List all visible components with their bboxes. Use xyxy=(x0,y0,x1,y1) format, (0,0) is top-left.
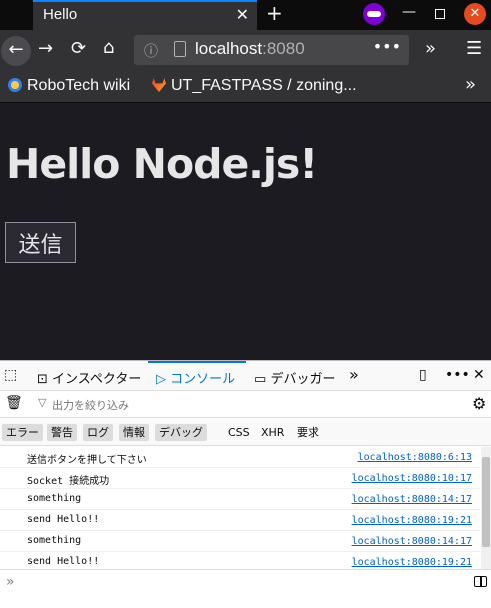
log-source-link[interactable]: localhost:8080:14:17 xyxy=(352,494,472,505)
page-heading: Hello Node.js! xyxy=(6,140,318,188)
level-error[interactable]: エラー xyxy=(2,424,43,441)
type-requests[interactable]: 要求 xyxy=(293,424,323,441)
element-picker-icon[interactable]: ⬚ xyxy=(4,367,17,383)
url-bar[interactable]: ⓘ localhost:8080 ••• xyxy=(134,35,409,65)
responsive-mode-icon[interactable]: ▯ xyxy=(419,367,427,383)
log-row: something localhost:8080:14:17 xyxy=(0,489,480,510)
filter-bar: 🗑 ▽ ⚙ xyxy=(0,391,491,418)
new-tab-button[interactable]: + xyxy=(266,1,283,25)
log-source-link[interactable]: localhost:8080:14:17 xyxy=(352,536,472,547)
level-warning[interactable]: 警告 xyxy=(47,424,77,441)
log-source-link[interactable]: localhost:8080:19:21 xyxy=(352,557,472,568)
tab-inspector[interactable]: ⊡ インスペクター xyxy=(37,368,141,387)
log-row: something localhost:8080:14:17 xyxy=(0,531,480,552)
trash-icon[interactable]: 🗑 xyxy=(5,395,23,411)
tab-close-icon[interactable]: ✕ xyxy=(236,5,249,24)
split-console-icon[interactable] xyxy=(474,576,487,587)
bookmarks-bar: RoboTech wiki UT_FASTPASS / zoning... » xyxy=(0,70,491,103)
log-message: something xyxy=(27,535,82,546)
tab-debugger[interactable]: ▭ デバッガー xyxy=(254,368,335,387)
level-debug[interactable]: デバッグ xyxy=(155,424,207,441)
active-tab-indicator xyxy=(148,361,246,363)
hamburger-menu-icon[interactable]: ☰ xyxy=(466,38,482,59)
console-prompt-icon: » xyxy=(6,574,15,590)
devtools-panel: ⬚ ⊡ インスペクター ▷ コンソール ▭ デバッガー » ▯ ••• ✕ 🗑 … xyxy=(0,360,491,608)
log-source-link[interactable]: localhost:8080:10:17 xyxy=(352,473,472,484)
log-message: something xyxy=(27,493,82,504)
level-info[interactable]: 情報 xyxy=(119,424,149,441)
log-row: send Hello!! localhost:8080:19:21 xyxy=(0,552,480,569)
tab-hello[interactable]: Hello ✕ xyxy=(33,0,257,30)
inspector-icon: ⊡ xyxy=(37,372,48,387)
forward-button[interactable]: → xyxy=(38,38,53,59)
type-xhr[interactable]: XHR xyxy=(257,424,288,441)
tab-bar: Hello ✕ + — ✕ xyxy=(0,0,491,30)
devtools-close-icon[interactable]: ✕ xyxy=(473,367,485,383)
private-browsing-icon xyxy=(363,3,385,25)
maximize-button[interactable] xyxy=(435,9,445,19)
site-info-icon[interactable]: ⓘ xyxy=(144,41,158,61)
more-tabs-icon[interactable]: » xyxy=(349,365,359,384)
bookmark-label: UT_FASTPASS / zoning... xyxy=(171,77,357,94)
window-close-button[interactable]: ✕ xyxy=(464,3,486,25)
log-message: send Hello!! xyxy=(27,556,100,567)
log-message: 送信ボタンを押して下さい xyxy=(27,455,147,466)
console-output: 送信ボタンを押して下さい localhost:8080:6:13 Socket … xyxy=(0,447,480,569)
tab-debugger-label: デバッガー xyxy=(270,372,336,387)
page-icon xyxy=(174,41,186,57)
bookmarks-overflow-icon[interactable]: » xyxy=(465,74,476,95)
console-input-row[interactable]: » xyxy=(0,569,491,608)
page-actions-icon[interactable]: ••• xyxy=(373,37,401,56)
reload-button[interactable]: ⟳ xyxy=(71,38,86,59)
console-icon: ▷ xyxy=(156,372,166,387)
home-button[interactable]: ⌂ xyxy=(103,37,114,58)
url-port: :8080 xyxy=(262,39,305,58)
back-button[interactable]: ← xyxy=(1,36,31,66)
bookmark-ut-fastpass[interactable]: UT_FASTPASS / zoning... xyxy=(152,77,357,95)
filter-icon: ▽ xyxy=(38,396,47,409)
tab-console[interactable]: ▷ コンソール xyxy=(156,368,235,387)
filter-input[interactable] xyxy=(52,395,472,415)
debugger-icon: ▭ xyxy=(254,372,267,387)
log-row: 送信ボタンを押して下さい localhost:8080:6:13 xyxy=(0,447,480,468)
devtools-menu-icon[interactable]: ••• xyxy=(445,367,470,383)
bookmark-label: RoboTech wiki xyxy=(27,77,131,94)
log-source-link[interactable]: localhost:8080:19:21 xyxy=(352,515,472,526)
log-row: send Hello!! localhost:8080:19:21 xyxy=(0,510,480,531)
url-host: localhost xyxy=(195,39,263,58)
log-source-link[interactable]: localhost:8080:6:13 xyxy=(358,452,472,463)
tab-console-label: コンソール xyxy=(170,372,236,387)
log-row: Socket 接続成功 localhost:8080:10:17 xyxy=(0,468,480,489)
console-scrollbar[interactable] xyxy=(481,447,491,569)
tab-title: Hello xyxy=(43,6,78,23)
gitlab-favicon-icon xyxy=(152,78,166,92)
scrollbar-thumb[interactable] xyxy=(482,457,490,547)
type-css[interactable]: CSS xyxy=(224,424,254,441)
url-text[interactable]: localhost:8080 xyxy=(195,39,305,59)
bookmark-robotech-wiki[interactable]: RoboTech wiki xyxy=(8,77,130,95)
log-message: Socket 接続成功 xyxy=(27,476,110,487)
level-log[interactable]: ログ xyxy=(83,424,113,441)
devtools-toolbar: ⬚ ⊡ インスペクター ▷ コンソール ▭ デバッガー » ▯ ••• ✕ xyxy=(0,361,491,391)
tab-inspector-label: インスペクター xyxy=(52,372,142,387)
page-content: Hello Node.js! 送信 xyxy=(0,104,491,360)
settings-gear-icon[interactable]: ⚙ xyxy=(472,394,486,413)
minimize-button[interactable]: — xyxy=(402,4,416,20)
send-button[interactable]: 送信 xyxy=(5,222,76,263)
log-level-bar: エラー 警告 ログ 情報 デバッグ CSS XHR 要求 xyxy=(0,419,491,446)
log-message: send Hello!! xyxy=(27,514,100,525)
robotech-favicon-icon xyxy=(8,78,22,92)
toolbar-overflow-icon[interactable]: » xyxy=(425,38,436,59)
